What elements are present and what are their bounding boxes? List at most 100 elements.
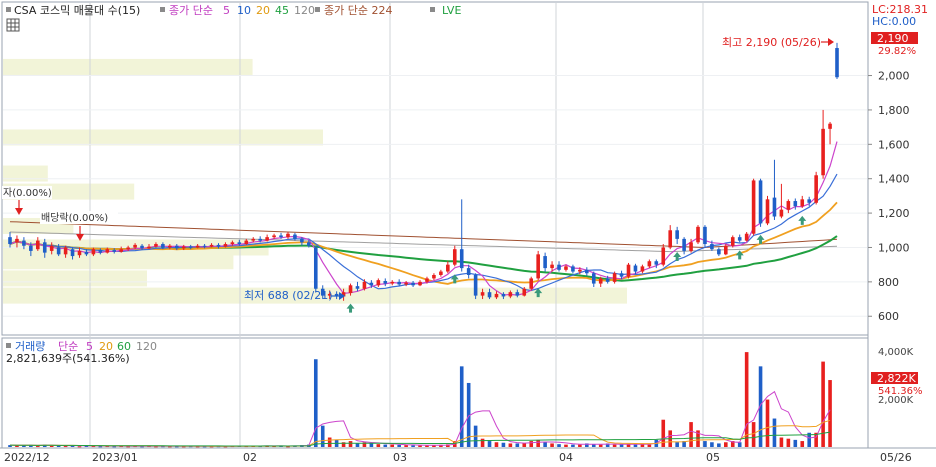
volume-bar: [63, 446, 68, 448]
candle-body: [647, 261, 652, 267]
current-volume-value: 2,822K: [877, 372, 916, 385]
dividend-annotation-2: 배당락(0.00%): [41, 212, 108, 224]
volume-bar: [564, 444, 568, 447]
volume-bar: [522, 443, 527, 447]
candle-body: [508, 292, 513, 297]
legend-ma120: 120: [294, 4, 315, 17]
volume-bar: [536, 439, 540, 447]
candle-body: [244, 240, 249, 245]
candle-body: [682, 238, 686, 251]
candle-body: [452, 249, 457, 265]
volume-bar: [397, 444, 401, 447]
volume-bar: [689, 422, 693, 447]
candle-body: [487, 292, 492, 298]
volume-bar: [578, 444, 582, 447]
volume-current: 2,821,639주(541.36%): [6, 352, 130, 365]
volume-profile-bar: [3, 58, 253, 75]
candle-body: [22, 240, 26, 246]
volume-bar: [390, 444, 395, 447]
candle-body: [188, 246, 193, 248]
hc-label: HC:0.00: [872, 15, 916, 28]
candle-body: [49, 245, 54, 251]
legend-square-icon: [160, 7, 165, 12]
candle-body: [98, 250, 103, 253]
candle-body: [376, 280, 381, 286]
volume-bar: [793, 439, 798, 447]
volume-bar: [821, 361, 825, 447]
candle-body: [536, 254, 540, 279]
candle-body: [119, 249, 123, 252]
candle-body: [661, 247, 666, 265]
candle-body: [598, 278, 603, 284]
candle-body: [633, 265, 638, 272]
candle-body: [459, 249, 464, 269]
candle-body: [807, 199, 812, 203]
candle-body: [202, 245, 207, 247]
volume-tick-4000k: 4,000K: [878, 347, 914, 358]
legend-title: CSA 코스믹 매물대 수(15): [14, 4, 140, 17]
current-volume-change: 541.36%: [878, 386, 923, 397]
candle-body: [543, 256, 547, 269]
low-annotation: 최저 688 (02/21): [244, 289, 333, 302]
volume-bar: [313, 359, 318, 447]
candle-body: [786, 201, 791, 210]
legend-square-icon: [430, 7, 435, 12]
volume-bar: [376, 444, 381, 447]
candle-body: [758, 180, 763, 224]
candle-body: [147, 246, 151, 249]
candle-body: [300, 238, 304, 243]
grid-table-icon[interactable]: [6, 18, 20, 32]
time-label-03: 03: [393, 451, 407, 464]
high-annotation: 최고 2,190 (05/26): [722, 36, 821, 49]
candle-body: [390, 281, 395, 284]
stock-chart: CSA 코스믹 매물대 수(15) 종가 단순 5 10 20 45 120 종…: [0, 1, 936, 464]
volume-bar: [501, 442, 506, 447]
price-tick-label: 1,600: [878, 138, 910, 151]
candle-body: [63, 247, 68, 255]
legend-ma5: 5: [223, 4, 230, 17]
candle-body: [689, 242, 693, 251]
candle-body: [154, 244, 158, 247]
legend-ma45: 45: [275, 4, 289, 17]
candle-body: [8, 237, 12, 245]
volume-bar: [717, 443, 721, 447]
candle-body: [765, 199, 770, 224]
legend-square-icon: [315, 7, 320, 12]
volume-bar: [543, 442, 547, 447]
candle-body: [265, 237, 269, 241]
candle-body: [29, 245, 33, 251]
candle-body: [571, 266, 575, 272]
candle-body: [724, 245, 728, 255]
candle-body: [223, 244, 228, 247]
candle-body: [585, 269, 589, 274]
candle-body: [772, 197, 777, 217]
candle-body: [800, 199, 805, 207]
candle-body: [466, 268, 471, 275]
candle-body: [286, 233, 290, 238]
candle-body: [411, 282, 415, 286]
candle-body: [557, 264, 561, 270]
candle-body: [668, 230, 673, 248]
legend-lve: LVE: [442, 4, 461, 17]
candle-body: [751, 180, 756, 234]
candle-body: [578, 269, 582, 272]
candle-body: [355, 286, 360, 289]
candle-body: [168, 245, 172, 248]
volume-bar: [369, 443, 374, 447]
volume-bar: [779, 437, 784, 447]
candle-body: [717, 249, 721, 255]
candle-body: [56, 247, 61, 255]
candle-body: [126, 247, 130, 250]
volume-bar: [480, 438, 485, 447]
volume-bar: [647, 444, 652, 447]
candle-body: [279, 235, 283, 238]
candle-body: [640, 266, 645, 272]
candle-body: [216, 244, 221, 247]
time-label-2023-01: 2023/01: [92, 451, 138, 464]
candle-body: [828, 123, 832, 129]
legend-square-icon: [6, 343, 11, 348]
candle-body: [133, 244, 137, 248]
volume-bar: [765, 399, 770, 447]
candle-body: [397, 281, 401, 285]
legend-ma20: 20: [256, 4, 270, 17]
